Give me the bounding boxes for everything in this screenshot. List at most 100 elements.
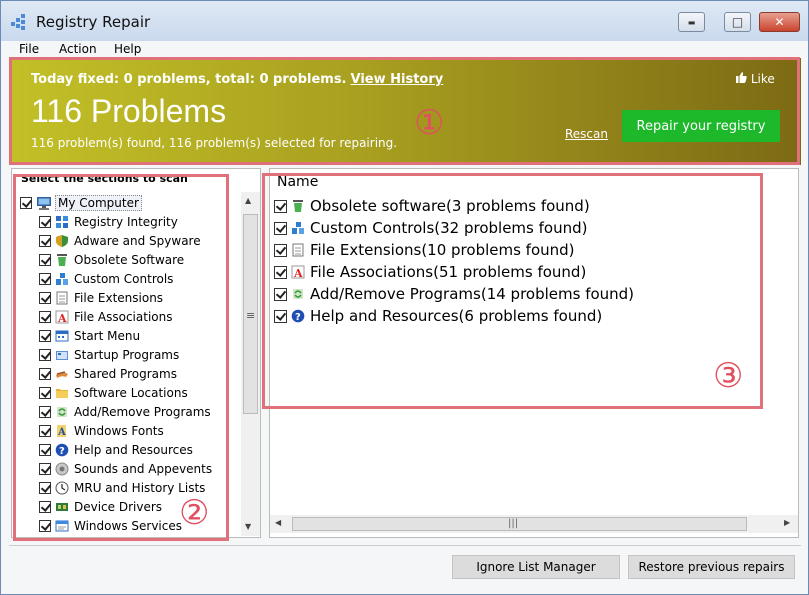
tree-item-label: Registry Integrity [74,215,178,229]
minimize-button[interactable]: ▬ [678,12,705,32]
menu-bar: File Action Help [1,41,808,58]
tree-item-label: Obsolete Software [74,253,185,267]
restore-previous-repairs-button[interactable]: Restore previous repairs [628,555,795,579]
scroll-down-icon[interactable]: ▼ [245,522,251,531]
tree-item-device-drivers[interactable]: Device Drivers [39,498,162,516]
checkbox[interactable] [39,425,51,437]
checkbox[interactable] [39,349,51,361]
checkbox[interactable] [39,235,51,247]
svg-text:A: A [57,427,66,438]
tree-item-label: Device Drivers [74,500,163,514]
tree-item-help-and-resources[interactable]: ? Help and Resources [39,441,193,459]
checkbox[interactable] [20,197,32,209]
history-icon [55,481,69,495]
menu-action[interactable]: Action [59,42,97,56]
tree-item-add-remove-programs[interactable]: Add/Remove Programs [39,403,211,421]
hscroll-thumb[interactable]: ||| [292,517,747,531]
tree-root-label: My Computer [55,195,142,211]
result-row[interactable]: File Extensions(10 problems found) [274,240,575,260]
checkbox[interactable] [39,273,51,285]
tree-item-startup-programs[interactable]: Startup Programs [39,346,179,364]
close-button[interactable]: ✕ [759,12,800,32]
maximize-button[interactable]: □ [724,12,751,32]
checkbox[interactable] [274,265,287,279]
tree-item-windows-fonts[interactable]: A Windows Fonts [39,422,164,440]
marker-three: ③ [713,356,744,396]
tree-item-label: Start Menu [74,329,141,343]
checkbox[interactable] [274,243,287,257]
tree-item-label: Windows Fonts [74,424,164,438]
app-logo-icon [11,14,27,30]
today-text: Today fixed: 0 problems, total: 0 proble… [31,72,347,87]
tree-item-registry-integrity[interactable]: Registry Integrity [39,213,178,231]
problem-count-headline: 116 Problems [31,93,227,129]
like-button[interactable]: Like [736,72,775,86]
svg-text:?: ? [295,312,301,323]
add-remove-icon [55,405,69,419]
view-history-link[interactable]: View History [351,72,444,87]
tree-item-file-extensions[interactable]: File Extensions [39,289,163,307]
help-icon: ? [291,309,305,323]
name-column-header[interactable]: Name [277,174,318,190]
start-menu-icon [55,329,69,343]
font-icon: A [55,424,69,438]
checkbox[interactable] [39,444,51,456]
help-icon: ? [55,443,69,457]
add-remove-icon [291,287,305,301]
results-horizontal-scrollbar[interactable]: ◀ ||| ▶ [270,515,798,533]
result-row[interactable]: Add/Remove Programs(14 problems found) [274,284,634,304]
checkbox[interactable] [39,482,51,494]
repair-registry-button[interactable]: Repair your registry [622,110,780,142]
svg-text:A: A [293,267,303,279]
checkbox[interactable] [39,311,51,323]
checkbox[interactable] [39,330,51,342]
tree-item-obsolete-software[interactable]: Obsolete Software [39,251,184,269]
checkbox[interactable] [39,463,51,475]
checkbox[interactable] [39,387,51,399]
tree-item-label: Custom Controls [74,272,174,286]
ignore-list-manager-button[interactable]: Ignore List Manager [452,555,620,579]
menu-help[interactable]: Help [114,42,141,56]
scan-sections-heading: Select the sections to scan [21,172,188,185]
rescan-link[interactable]: Rescan [565,127,608,141]
sections-vertical-scrollbar[interactable]: ▲ ▼ [241,192,260,536]
result-row[interactable]: ? Help and Resources(6 problems found) [274,306,602,326]
checkbox[interactable] [39,406,51,418]
result-label: File Extensions(10 problems found) [310,241,575,259]
tree-item-windows-services[interactable]: Windows Services [39,517,182,535]
registry-icon [55,215,69,229]
result-row[interactable]: Custom Controls(32 problems found) [274,218,587,238]
tree-item-label: Windows Services [74,519,182,533]
tree-item-shared-programs[interactable]: Shared Programs [39,365,177,383]
checkbox[interactable] [39,216,51,228]
tree-item-label: Startup Programs [74,348,180,362]
file-association-icon: A [55,310,69,325]
menu-file[interactable]: File [19,42,39,56]
checkbox[interactable] [274,309,287,323]
tree-root-my-computer[interactable]: My Computer [20,194,142,212]
tree-item-custom-controls[interactable]: Custom Controls [39,270,173,288]
checkbox[interactable] [39,520,51,532]
checkbox[interactable] [39,501,51,513]
checkbox[interactable] [39,254,51,266]
tree-item-sounds-and-appevents[interactable]: Sounds and Appevents [39,460,212,478]
recycle-bin-icon [291,199,305,213]
tree-item-adware-and-spyware[interactable]: Adware and Spyware [39,232,201,250]
tree-item-label: File Associations [74,310,173,324]
checkbox[interactable] [39,292,51,304]
tree-item-start-menu[interactable]: Start Menu [39,327,140,345]
tree-item-software-locations[interactable]: Software Locations [39,384,188,402]
scroll-right-icon[interactable]: ▶ [784,518,790,527]
checkbox[interactable] [274,199,287,213]
checkbox[interactable] [39,368,51,380]
result-row[interactable]: Obsolete software(3 problems found) [274,196,590,216]
startup-icon [55,348,69,362]
scroll-left-icon[interactable]: ◀ [275,518,281,527]
tree-item-file-associations[interactable]: A File Associations [39,308,172,326]
marker-two: ② [179,493,210,533]
splitter-grip-icon[interactable]: ≡ [246,309,255,322]
result-row[interactable]: A File Associations(51 problems found) [274,262,586,282]
scroll-up-icon[interactable]: ▲ [245,196,251,205]
checkbox[interactable] [274,221,287,235]
checkbox[interactable] [274,287,287,301]
